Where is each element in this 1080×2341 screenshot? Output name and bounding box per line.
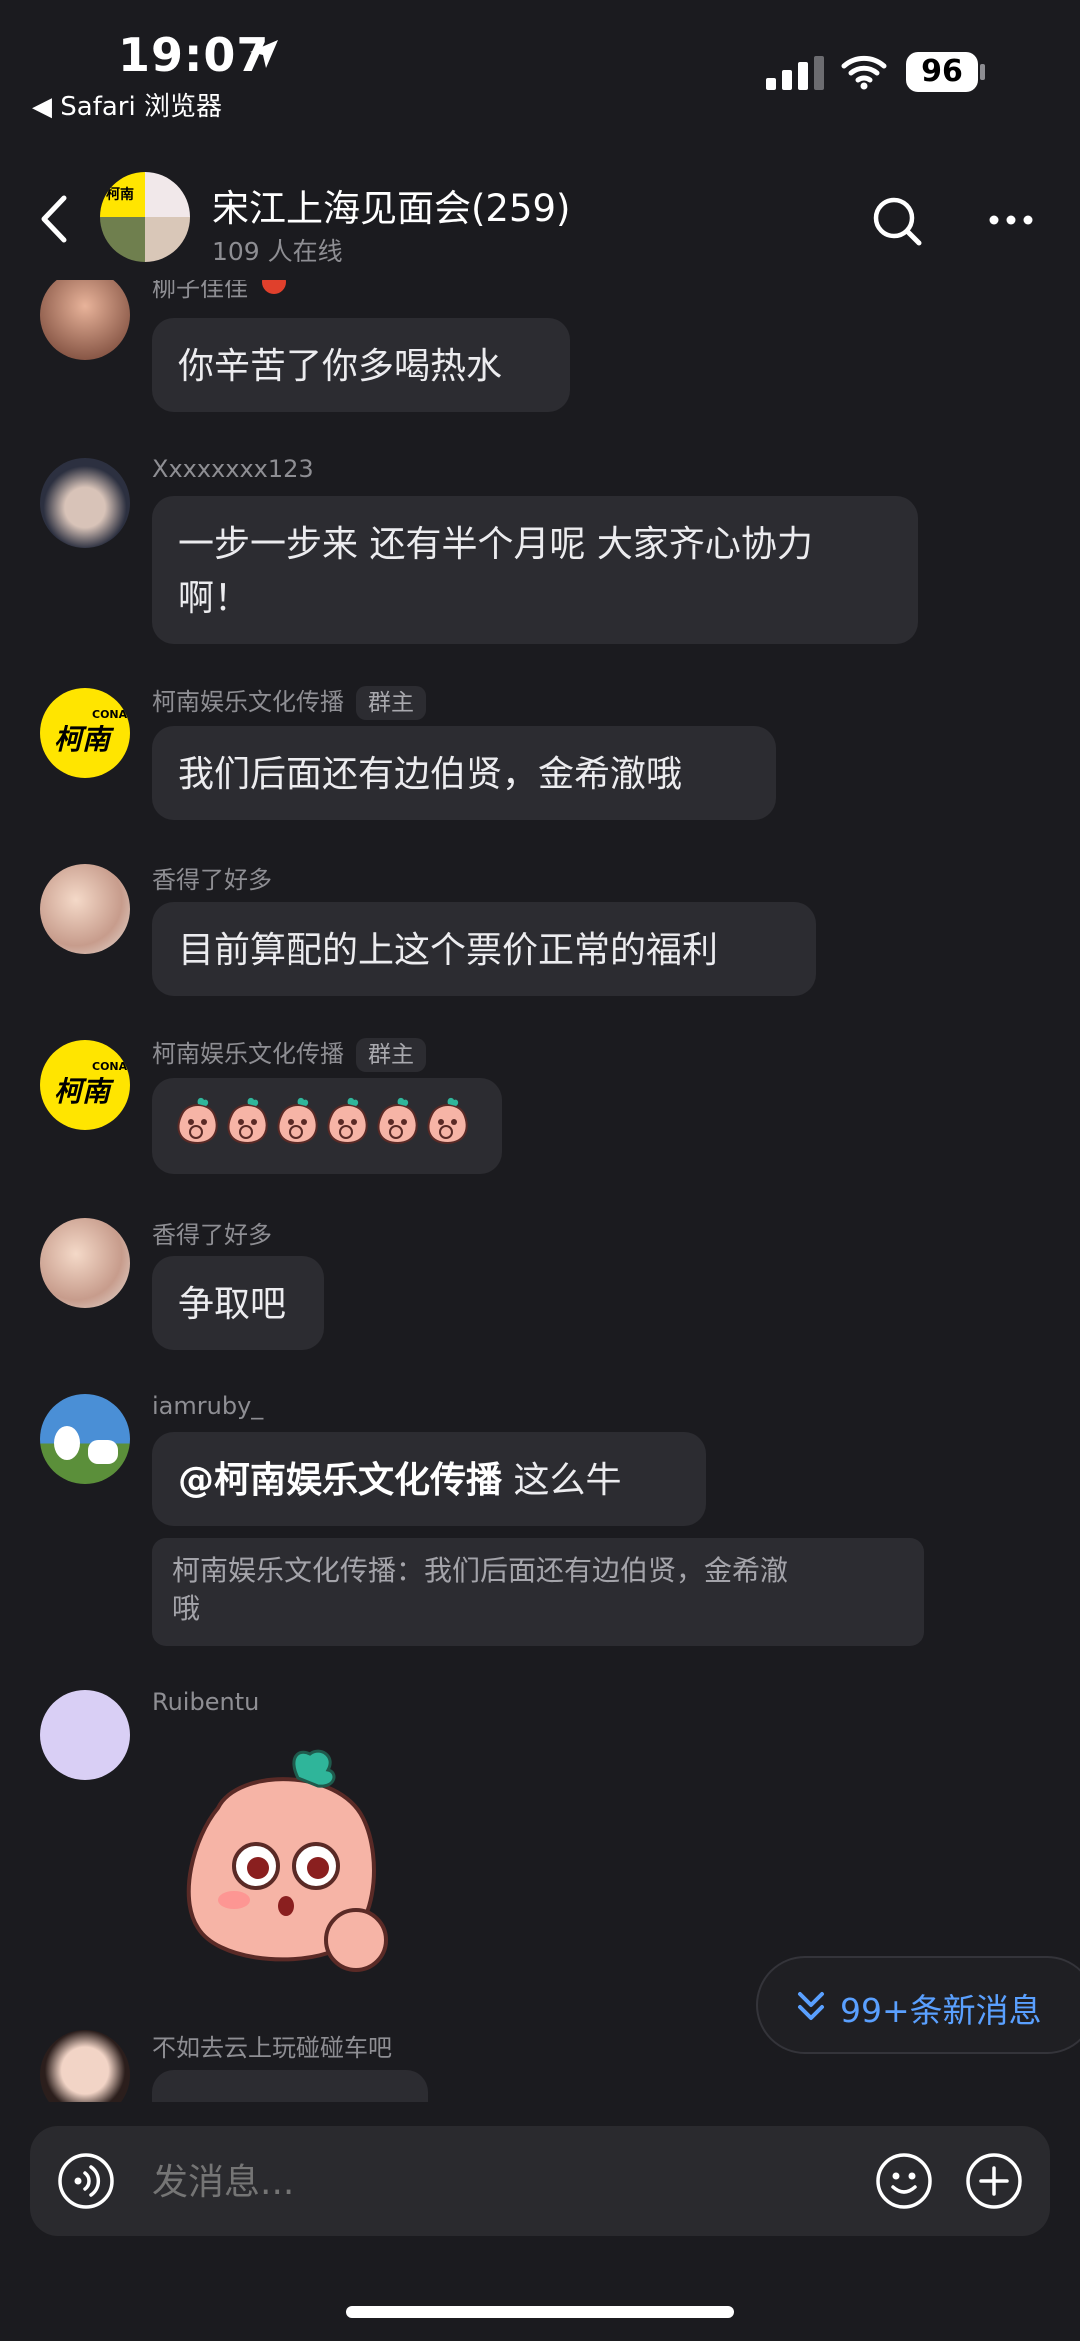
mention-link[interactable]: @柯南娱乐文化传播: [178, 1460, 502, 1501]
quote-line: 柯南娱乐文化传播：我们后面还有边伯贤，金希澈: [172, 1554, 789, 1587]
back-to-safari-link[interactable]: ◀ Safari 浏览器: [32, 86, 222, 123]
sender-row: 柯南娱乐文化传播 群主: [152, 1034, 426, 1072]
peach-sticker-icon: [377, 1097, 418, 1145]
avatar[interactable]: [40, 864, 130, 954]
message-bubble[interactable]: 你辛苦了你多喝热水: [152, 318, 570, 412]
quote-line: 哦: [172, 1592, 201, 1625]
sender-name: 柳子佳佳: [152, 280, 248, 302]
avatar[interactable]: [40, 1394, 130, 1484]
message-line: 一步一步来 还有半个月呢 大家齐心协力: [178, 524, 813, 565]
peach-sticker-icon: [327, 1097, 368, 1145]
sender-name: 柯南娱乐文化传播: [152, 688, 344, 716]
cellular-signal-icon: [766, 56, 824, 90]
sender-name: 香得了好多: [152, 1221, 272, 1249]
group-avatar[interactable]: 柯南: [100, 172, 190, 262]
peach-sticker-icon: [177, 1097, 218, 1145]
sender-name: 柯南娱乐文化传播: [152, 1040, 344, 1068]
new-messages-label: 99+条新消息: [840, 1991, 1042, 2030]
avatar[interactable]: [40, 280, 130, 360]
message-line: 啊！: [178, 578, 251, 619]
message-text: 这么牛: [502, 1460, 622, 1501]
location-arrow-icon: [250, 40, 278, 68]
avatar[interactable]: [40, 1218, 130, 1308]
message-bubble[interactable]: 目前算配的上这个票价正常的福利: [152, 902, 816, 996]
battery-indicator: 96: [906, 52, 978, 92]
emoji-icon[interactable]: [874, 2151, 934, 2211]
home-indicator: [346, 2306, 734, 2318]
peach-sticker-icon[interactable]: [178, 1748, 398, 1978]
tomato-emoji-icon: [262, 280, 286, 294]
peach-sticker-icon: [427, 1097, 468, 1145]
sender-name: 香得了好多: [152, 866, 272, 894]
avatar[interactable]: [40, 1690, 130, 1780]
quoted-message[interactable]: 柯南娱乐文化传播：我们后面还有边伯贤，金希澈 哦: [152, 1538, 924, 1646]
chat-title: 宋江上海见面会(259): [212, 187, 571, 230]
online-count: 109 人在线: [212, 237, 343, 266]
message-bubble[interactable]: 我们后面还有边伯贤，金希澈哦: [152, 726, 776, 820]
sender-name: Xxxxxxxx123: [152, 455, 314, 483]
add-icon[interactable]: [964, 2151, 1024, 2211]
message-bubble[interactable]: @柯南娱乐文化传播 这么牛: [152, 1432, 706, 1526]
battery-cap: [980, 64, 985, 80]
message-bubble[interactable]: [152, 2070, 428, 2102]
search-icon[interactable]: [872, 196, 924, 248]
new-messages-button[interactable]: 99+条新消息: [756, 1956, 1080, 2054]
owner-badge: 群主: [356, 686, 426, 720]
avatar[interactable]: CONAN 柯南: [40, 1040, 130, 1130]
sticker-bubble[interactable]: [152, 1078, 502, 1174]
message-input[interactable]: [150, 2150, 774, 2214]
sender-row: 柯南娱乐文化传播 群主: [152, 682, 426, 720]
avatar[interactable]: [40, 458, 130, 548]
back-chevron-icon[interactable]: [36, 194, 72, 244]
message-input-bar: [30, 2126, 1050, 2236]
message-bubble[interactable]: 争取吧: [152, 1256, 324, 1350]
wifi-icon: [841, 55, 887, 90]
sender-name: Ruibentu: [152, 1688, 260, 1716]
list-item: 柳子佳佳 你辛苦了你多喝热水: [0, 280, 1080, 420]
owner-badge: 群主: [356, 1038, 426, 1072]
avatar[interactable]: [40, 2030, 130, 2102]
group-avatar-logo: 柯南: [106, 187, 134, 203]
sender-name: iamruby_: [152, 1392, 264, 1420]
avatar[interactable]: CONAN 柯南: [40, 688, 130, 778]
more-options-icon[interactable]: [988, 210, 1034, 230]
double-chevron-down-icon: [798, 1992, 824, 2020]
message-bubble[interactable]: 一步一步来 还有半个月呢 大家齐心协力 啊！: [152, 496, 918, 644]
voice-input-icon[interactable]: [56, 2151, 116, 2211]
sender-name: 不如去云上玩碰碰车吧: [152, 2034, 392, 2062]
peach-sticker-icon: [277, 1097, 318, 1145]
peach-sticker-icon: [227, 1097, 268, 1145]
